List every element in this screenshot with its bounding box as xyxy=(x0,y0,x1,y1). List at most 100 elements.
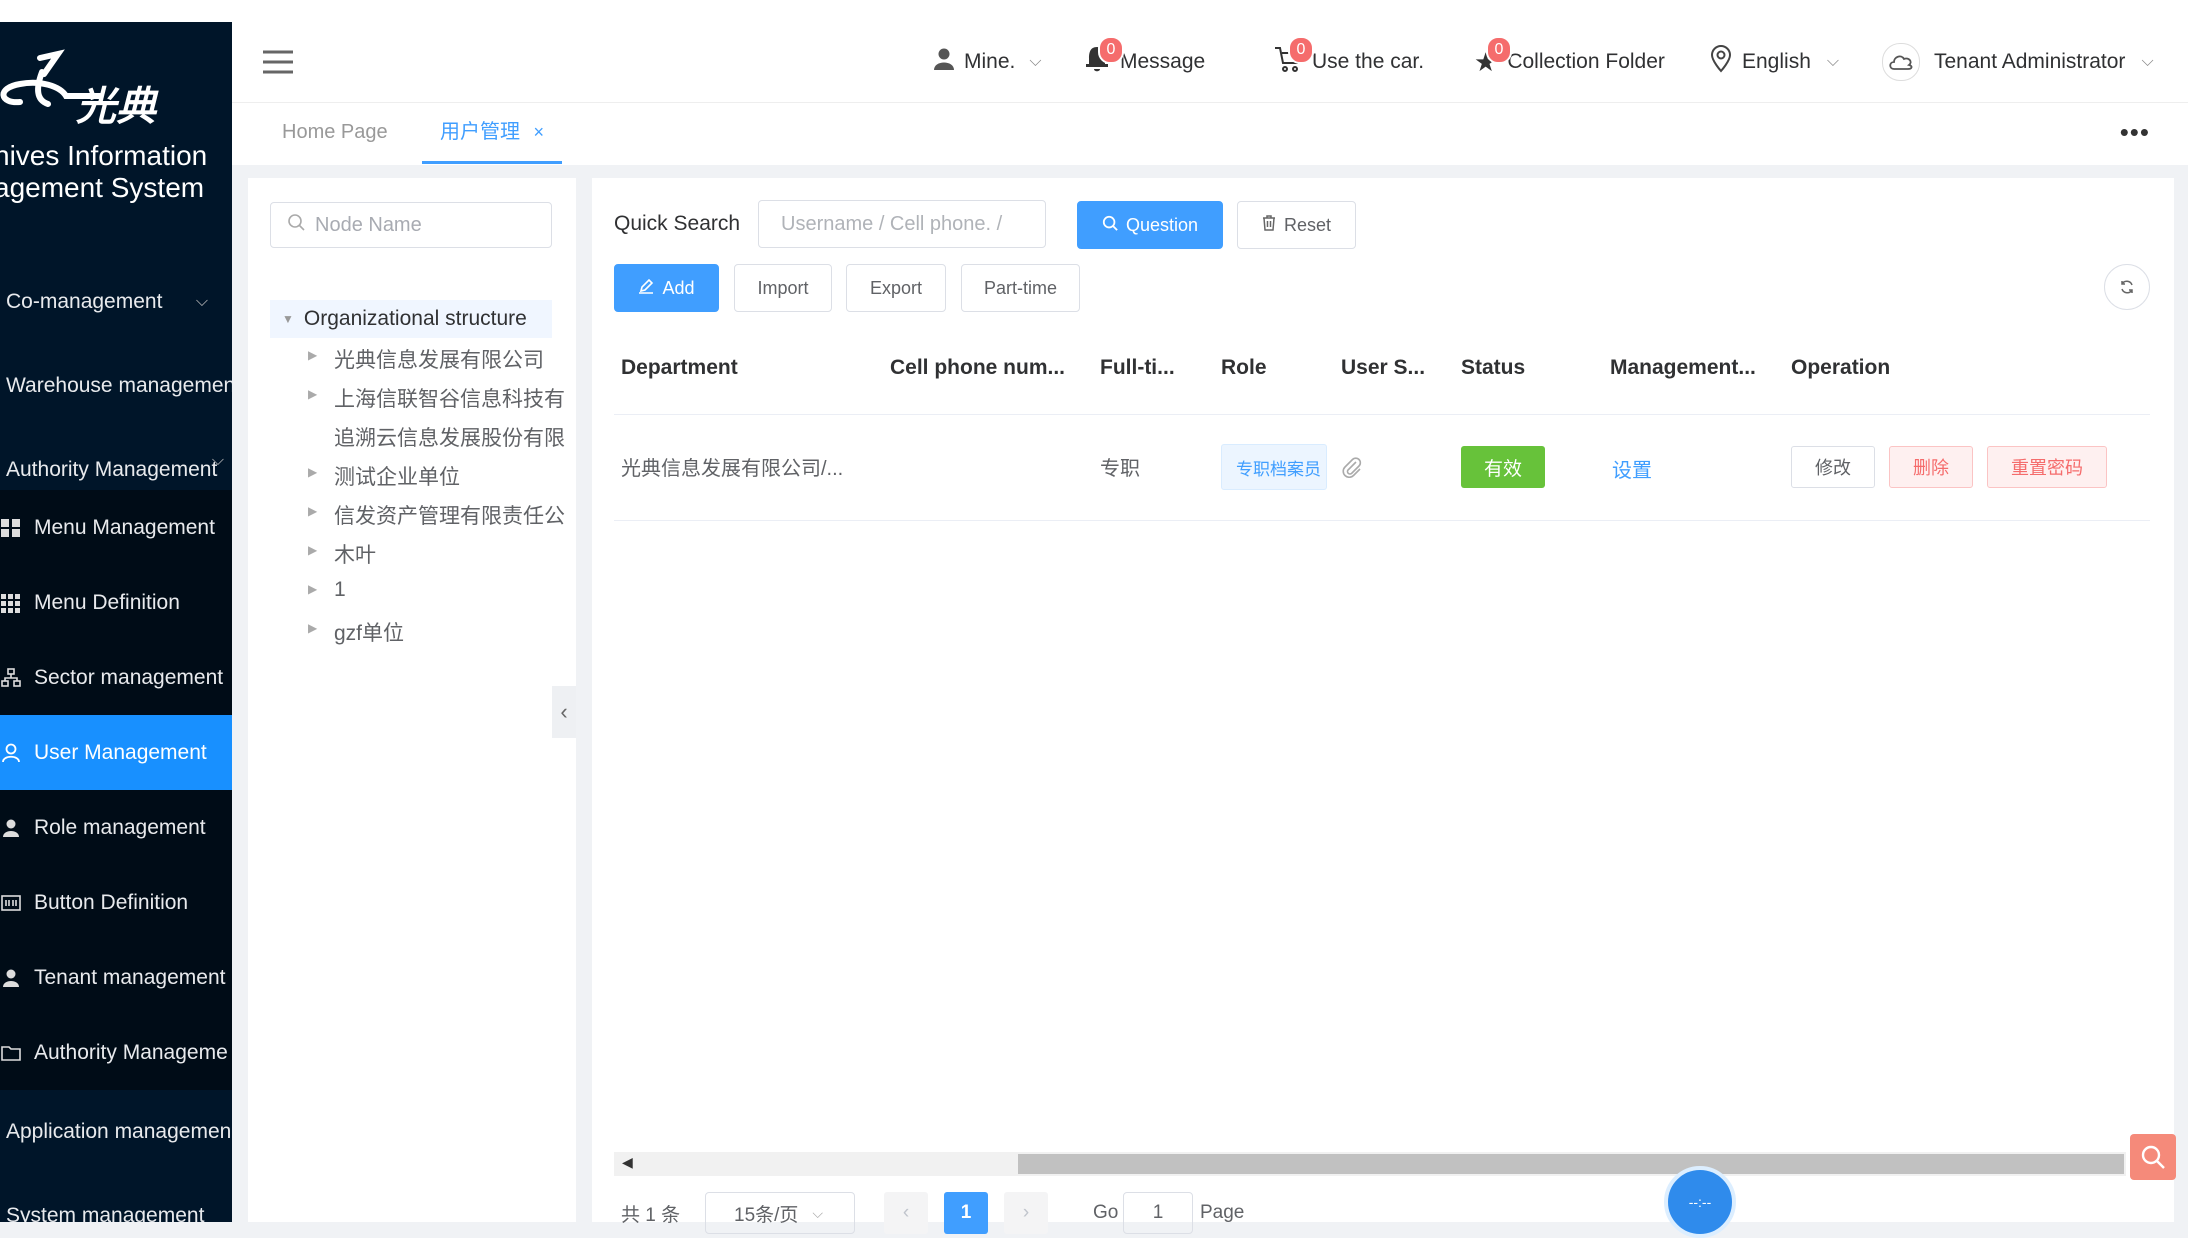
floating-assistant-button[interactable]: --:-- xyxy=(1664,1166,1736,1238)
floating-search-button[interactable] xyxy=(2130,1134,2176,1180)
page-size-select[interactable]: 15条/页 ⌵ xyxy=(705,1192,855,1234)
sidebar-item-tenant-management[interactable]: Tenant management xyxy=(0,940,232,1015)
language-label: English xyxy=(1742,50,1811,73)
sidebar-item-warehouse-management[interactable]: Warehouse managemen xyxy=(0,344,232,428)
tree-node[interactable]: ▶ 信发资产管理有限责任公 xyxy=(308,500,566,530)
tree-node[interactable]: ▶ 上海信联智谷信息科技有 xyxy=(308,383,566,413)
delete-button[interactable]: 删除 xyxy=(1889,446,1973,488)
reset-label: Reset xyxy=(1283,214,1332,235)
sidebar-item-label: Button Definition xyxy=(34,890,189,914)
caret-right-icon: ▶ xyxy=(308,348,318,362)
add-label: Add xyxy=(662,277,695,298)
caret-right-icon: ▶ xyxy=(308,504,318,518)
caret-right-icon: ▶ xyxy=(308,465,318,479)
org-chart-icon xyxy=(0,667,22,689)
sidebar-item-authority-management-2[interactable]: Authority Manageme xyxy=(0,1015,232,1090)
user-menu[interactable]: Tenant Administrator ⌵ xyxy=(1882,22,2154,102)
column-header[interactable]: Department xyxy=(621,356,738,380)
tree-node-label: 光典信息发展有限公司 xyxy=(334,349,544,372)
column-header[interactable]: Cell phone num... xyxy=(890,356,1065,380)
user-icon xyxy=(0,742,22,764)
sidebar-item-label: Menu Definition xyxy=(34,590,180,614)
paperclip-icon[interactable] xyxy=(1341,456,1363,483)
tree-node[interactable]: ▶ 光典信息发展有限公司 xyxy=(308,344,566,374)
logo-text: 光典 xyxy=(76,85,156,129)
tree-node[interactable]: ▶ 木叶 xyxy=(308,539,566,569)
assistant-icon: --:-- xyxy=(1688,1194,1712,1210)
sidebar-item-menu-definition[interactable]: Menu Definition xyxy=(0,565,232,640)
column-header[interactable]: Full-ti... xyxy=(1100,356,1175,380)
quick-search-input[interactable]: Username / Cell phone. / xyxy=(758,200,1046,248)
tree-node[interactable]: ▶ 1 xyxy=(308,578,566,608)
sidebar-item-label: System management xyxy=(6,1204,205,1222)
tree-node-label: 测试企业单位 xyxy=(334,466,460,489)
column-header[interactable]: Role xyxy=(1221,356,1267,380)
search-icon xyxy=(287,213,305,237)
scroll-left-icon[interactable]: ◀ xyxy=(622,1154,633,1171)
sidebar-item-label: Authority Management xyxy=(6,458,218,481)
tree-node[interactable]: ▶ 测试企业单位 xyxy=(308,461,566,491)
message-button[interactable]: Message 0 xyxy=(1084,22,1205,102)
sidebar-item-co-management[interactable]: Co-management ⌵ xyxy=(0,260,232,344)
reset-password-button[interactable]: 重置密码 xyxy=(1987,446,2107,488)
edit-button[interactable]: 修改 xyxy=(1791,446,1875,488)
chevron-left-icon: ‹ xyxy=(560,699,568,724)
language-select[interactable]: English ⌵ xyxy=(1708,22,1839,102)
cart-button[interactable]: Use the car. 0 xyxy=(1274,22,1424,102)
cart-badge: 0 xyxy=(1288,36,1314,64)
horizontal-scrollbar[interactable]: ◀ xyxy=(614,1152,2126,1176)
go-label: Go xyxy=(1093,1202,1119,1223)
settings-link[interactable]: 设置 xyxy=(1612,454,1652,483)
import-button[interactable]: Import xyxy=(734,264,832,312)
tree-node[interactable]: 追溯云信息发展股份有限 xyxy=(308,422,566,452)
mine-menu[interactable]: Mine. ⌵ xyxy=(932,22,1042,102)
part-time-button[interactable]: Part-time xyxy=(961,264,1080,312)
hamburger-icon[interactable] xyxy=(262,22,294,102)
node-search-placeholder: Node Name xyxy=(315,213,422,236)
sidebar-item-role-management[interactable]: Role management xyxy=(0,790,232,865)
question-button[interactable]: Question xyxy=(1077,201,1223,249)
sidebar-item-user-management[interactable]: User Management xyxy=(0,715,232,790)
chevron-left-icon: ‹ xyxy=(902,1202,910,1223)
sidebar-item-sector-management[interactable]: Sector management xyxy=(0,640,232,715)
sidebar-item-label: User Management xyxy=(34,740,207,764)
close-icon[interactable]: × xyxy=(534,122,545,142)
column-header[interactable]: User S... xyxy=(1341,356,1425,380)
reset-button[interactable]: Reset xyxy=(1237,201,1356,249)
sidebar-item-menu-management[interactable]: Menu Management xyxy=(0,490,232,565)
column-header[interactable]: Status xyxy=(1461,356,1525,380)
sidebar-item-application-management[interactable]: Application managemen xyxy=(0,1090,232,1174)
collapse-panel-button[interactable]: ‹ xyxy=(552,686,576,738)
add-button[interactable]: Add xyxy=(614,264,719,312)
tab-user-management[interactable]: 用户管理 × xyxy=(422,103,562,164)
avatar xyxy=(1882,43,1920,81)
node-search-input[interactable]: Node Name xyxy=(270,202,552,248)
page-1-button[interactable]: 1 xyxy=(944,1192,988,1234)
tab-home-page[interactable]: Home Page xyxy=(282,103,388,161)
column-header[interactable]: Management... xyxy=(1610,356,1756,380)
column-header[interactable]: Operation xyxy=(1791,356,1890,380)
row-divider xyxy=(614,520,2150,521)
grid-9-icon xyxy=(0,592,22,614)
top-strip xyxy=(0,0,2188,23)
sidebar-item-system-management[interactable]: System management xyxy=(0,1174,232,1222)
tree-node-label: gzf单位 xyxy=(334,622,405,645)
tree-root[interactable]: ▼ Organizational structure xyxy=(270,300,552,338)
button-icon xyxy=(0,892,22,914)
export-button[interactable]: Export xyxy=(846,264,946,312)
tree-node[interactable]: ▶ gzf单位 xyxy=(308,617,566,647)
quick-search-label: Quick Search xyxy=(614,212,741,235)
prev-page-button[interactable]: ‹ xyxy=(884,1192,928,1234)
cloud-icon xyxy=(1889,55,1913,70)
collection-folder-button[interactable]: ★ Collection Folder 0 xyxy=(1474,22,1665,102)
sidebar-item-button-definition[interactable]: Button Definition xyxy=(0,865,232,940)
folder-icon xyxy=(0,1042,22,1064)
next-page-button[interactable]: › xyxy=(1004,1192,1048,1234)
more-icon[interactable]: ••• xyxy=(2120,117,2150,148)
status-badge: 有效 xyxy=(1461,446,1545,488)
tabs-bar: Home Page 用户管理 × ••• xyxy=(232,102,2188,165)
user-icon xyxy=(932,47,956,77)
refresh-button[interactable] xyxy=(2104,264,2150,310)
scrollbar-thumb[interactable] xyxy=(1018,1154,2124,1174)
go-page-input[interactable]: 1 xyxy=(1123,1192,1193,1234)
